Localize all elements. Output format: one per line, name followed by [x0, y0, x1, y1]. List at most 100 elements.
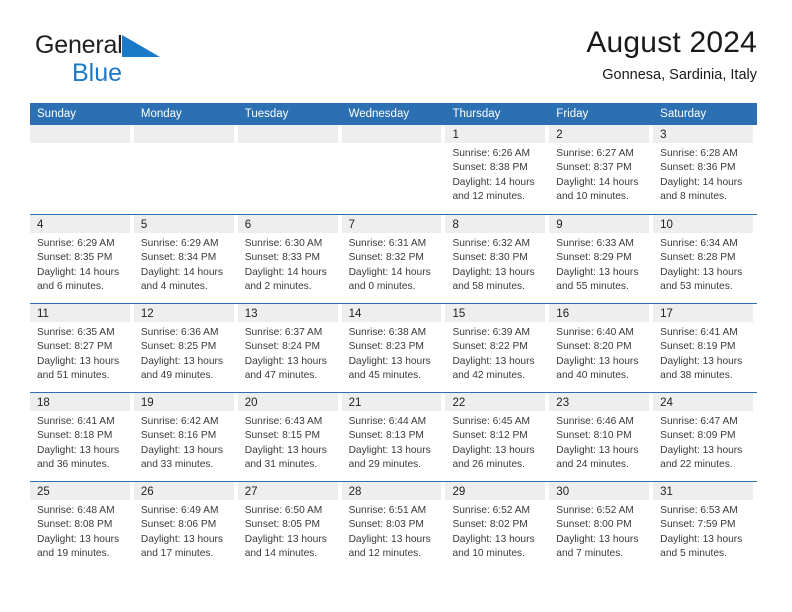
day-number: 31 — [660, 486, 673, 498]
day-details: Sunrise: 6:29 AM Sunset: 8:34 PM Daylight:… — [134, 233, 234, 295]
page-header: General Blue August 2024 Gonnesa, Sardin… — [30, 24, 757, 96]
day-detail-line: Daylight: 13 hours — [140, 444, 223, 456]
day-detail-line: Daylight: 13 hours — [140, 355, 223, 367]
calendar-day-cell[interactable]: 1 Sunrise: 6:26 AM Sunset: 8:38 PM Daylight… — [445, 125, 549, 214]
day-detail-line: and 40 minutes. — [556, 370, 629, 382]
calendar-day-cell[interactable]: 26 Sunrise: 6:49 AM Sunset: 8:06 PM Dayligh… — [133, 482, 238, 570]
day-detail-line: Sunrise: 6:41 AM — [37, 416, 115, 427]
day-number: 29 — [452, 486, 466, 498]
calendar-day-cell[interactable]: 17 Sunrise: 6:41 AM Sunset: 8:19 PM Dayligh… — [653, 304, 757, 392]
day-detail-line: and 10 minutes. — [556, 191, 629, 203]
day-detail-line: and 26 minutes. — [452, 459, 525, 471]
calendar-day-cell[interactable]: 16 Sunrise: 6:40 AM Sunset: 8:20 PM Dayligh… — [549, 304, 653, 392]
day-detail-line: Sunset: 7:59 PM — [660, 519, 736, 531]
day-details: Sunrise: 6:39 AM Sunset: 8:22 PM Daylight:… — [445, 322, 545, 384]
calendar-day-empty — [133, 125, 238, 214]
day-detail-line: Sunset: 8:09 PM — [660, 430, 736, 442]
calendar-day-cell[interactable]: 19 Sunrise: 6:42 AM Sunset: 8:16 PM Dayligh… — [133, 393, 238, 481]
day-details: Sunrise: 6:36 AM Sunset: 8:25 PM Daylight:… — [134, 322, 234, 384]
calendar-day-cell[interactable]: 25 Sunrise: 6:48 AM Sunset: 8:08 PM Dayligh… — [30, 482, 134, 570]
day-detail-line: Sunset: 8:28 PM — [660, 252, 736, 264]
day-detail-line: and 53 minutes. — [660, 281, 733, 293]
day-number-strip: 29 — [445, 482, 546, 500]
calendar-day-cell[interactable]: 11 Sunrise: 6:35 AM Sunset: 8:27 PM Dayligh… — [30, 304, 134, 392]
day-number: 13 — [244, 308, 258, 320]
calendar-day-cell[interactable]: 21 Sunrise: 6:44 AM Sunset: 8:13 PM Dayligh… — [341, 393, 446, 481]
weekday-header-wednesday: Wednesday — [348, 108, 410, 120]
calendar-day-cell[interactable]: 13 Sunrise: 6:37 AM Sunset: 8:24 PM Dayligh… — [237, 304, 342, 392]
day-detail-line: Daylight: 14 hours — [556, 176, 639, 188]
day-detail-line: Sunrise: 6:47 AM — [660, 416, 738, 427]
day-detail-line: Daylight: 14 hours — [37, 266, 120, 278]
calendar-day-cell[interactable]: 3 Sunrise: 6:28 AM Sunset: 8:36 PM Daylight… — [653, 125, 757, 214]
day-detail-line: Sunset: 8:30 PM — [452, 252, 528, 264]
calendar-day-cell[interactable]: 12 Sunrise: 6:36 AM Sunset: 8:25 PM Dayligh… — [133, 304, 238, 392]
day-details: Sunrise: 6:34 AM Sunset: 8:28 PM Daylight:… — [653, 233, 753, 295]
day-number: 20 — [244, 397, 258, 409]
day-detail-line: Daylight: 13 hours — [452, 533, 535, 545]
day-detail-line: Sunrise: 6:26 AM — [452, 148, 531, 159]
day-detail-line: Sunset: 8:22 PM — [452, 341, 528, 353]
day-details: Sunrise: 6:49 AM Sunset: 8:06 PM Daylight:… — [134, 500, 234, 562]
day-number-strip — [237, 125, 338, 143]
day-number: 28 — [348, 486, 362, 498]
day-number-strip: 7 — [341, 215, 442, 233]
calendar-day-empty — [237, 125, 342, 214]
calendar-day-cell[interactable]: 5 Sunrise: 6:29 AM Sunset: 8:34 PM Daylight… — [133, 215, 238, 303]
day-detail-line: Sunrise: 6:29 AM — [37, 238, 115, 249]
calendar-week-row: 1 Sunrise: 6:26 AM Sunset: 8:38 PM Daylight… — [30, 125, 757, 214]
day-detail-line: Sunrise: 6:51 AM — [348, 505, 427, 516]
day-number: 7 — [348, 219, 355, 231]
day-number: 23 — [556, 397, 570, 409]
day-number-strip: 10 — [653, 215, 754, 233]
calendar-day-cell[interactable]: 24 Sunrise: 6:47 AM Sunset: 8:09 PM Dayligh… — [653, 393, 757, 481]
calendar-day-cell[interactable]: 22 Sunrise: 6:45 AM Sunset: 8:12 PM Dayligh… — [445, 393, 549, 481]
day-detail-line: Sunrise: 6:49 AM — [140, 505, 219, 516]
day-number: 6 — [244, 219, 252, 231]
day-number: 16 — [556, 308, 570, 320]
day-number-strip — [30, 125, 130, 143]
calendar-day-cell[interactable]: 28 Sunrise: 6:51 AM Sunset: 8:03 PM Dayligh… — [341, 482, 446, 570]
day-detail-line: Daylight: 14 hours — [140, 266, 223, 278]
day-number-strip: 13 — [237, 304, 338, 322]
day-number: 1 — [452, 129, 459, 141]
calendar-day-cell[interactable]: 14 Sunrise: 6:38 AM Sunset: 8:23 PM Dayligh… — [341, 304, 446, 392]
day-number: 26 — [140, 486, 154, 498]
day-detail-line: and 29 minutes. — [348, 459, 422, 471]
title-block: August 2024 Gonnesa, Sardinia, Italy — [586, 24, 757, 85]
day-detail-line: Daylight: 13 hours — [660, 266, 743, 278]
calendar-day-cell[interactable]: 9 Sunrise: 6:33 AM Sunset: 8:29 PM Daylight… — [549, 215, 653, 303]
day-detail-line: Daylight: 13 hours — [556, 444, 639, 456]
general-blue-logo[interactable]: General Blue — [35, 32, 215, 92]
day-details: Sunrise: 6:41 AM Sunset: 8:19 PM Daylight:… — [653, 322, 753, 384]
calendar-day-cell[interactable]: 2 Sunrise: 6:27 AM Sunset: 8:37 PM Daylight… — [549, 125, 653, 214]
calendar-day-cell[interactable]: 4 Sunrise: 6:29 AM Sunset: 8:35 PM Daylight… — [30, 215, 134, 303]
day-number: 12 — [140, 308, 154, 320]
calendar-day-cell[interactable]: 7 Sunrise: 6:31 AM Sunset: 8:32 PM Daylight… — [341, 215, 446, 303]
day-detail-line: Sunset: 8:36 PM — [660, 162, 736, 174]
day-detail-line: Sunrise: 6:34 AM — [660, 238, 738, 249]
calendar-day-cell[interactable]: 31 Sunrise: 6:53 AM Sunset: 7:59 PM Dayligh… — [653, 482, 757, 570]
calendar-day-cell[interactable]: 10 Sunrise: 6:34 AM Sunset: 8:28 PM Dayligh… — [653, 215, 757, 303]
day-number-strip: 21 — [341, 393, 442, 411]
day-detail-line: Sunset: 8:20 PM — [556, 341, 632, 353]
calendar-day-cell[interactable]: 20 Sunrise: 6:43 AM Sunset: 8:15 PM Dayligh… — [237, 393, 342, 481]
calendar-day-cell[interactable]: 27 Sunrise: 6:50 AM Sunset: 8:05 PM Dayligh… — [237, 482, 342, 570]
calendar-day-cell[interactable]: 18 Sunrise: 6:41 AM Sunset: 8:18 PM Dayligh… — [30, 393, 134, 481]
day-number: 15 — [452, 308, 466, 320]
calendar-day-cell[interactable]: 30 Sunrise: 6:52 AM Sunset: 8:00 PM Dayligh… — [549, 482, 653, 570]
calendar-day-cell[interactable]: 15 Sunrise: 6:39 AM Sunset: 8:22 PM Dayligh… — [445, 304, 549, 392]
day-detail-line: and 38 minutes. — [660, 370, 733, 382]
calendar-day-cell[interactable]: 29 Sunrise: 6:52 AM Sunset: 8:02 PM Dayligh… — [445, 482, 549, 570]
day-detail-line: Daylight: 13 hours — [244, 355, 327, 367]
day-detail-line: Sunrise: 6:36 AM — [140, 327, 219, 338]
day-number-strip: 9 — [549, 215, 650, 233]
day-detail-line: Daylight: 13 hours — [452, 444, 535, 456]
calendar-day-cell[interactable]: 8 Sunrise: 6:32 AM Sunset: 8:30 PM Daylight… — [445, 215, 549, 303]
day-number-strip: 18 — [30, 393, 130, 411]
calendar-day-cell[interactable]: 23 Sunrise: 6:46 AM Sunset: 8:10 PM Dayligh… — [549, 393, 653, 481]
calendar-day-cell[interactable]: 6 Sunrise: 6:30 AM Sunset: 8:33 PM Daylight… — [237, 215, 342, 303]
day-details: Sunrise: 6:43 AM Sunset: 8:15 PM Daylight:… — [238, 411, 338, 473]
day-detail-line: Sunrise: 6:28 AM — [660, 148, 738, 159]
weekday-header-row: Sunday Monday Tuesday Wednesday Thursday Frid… — [30, 103, 757, 125]
